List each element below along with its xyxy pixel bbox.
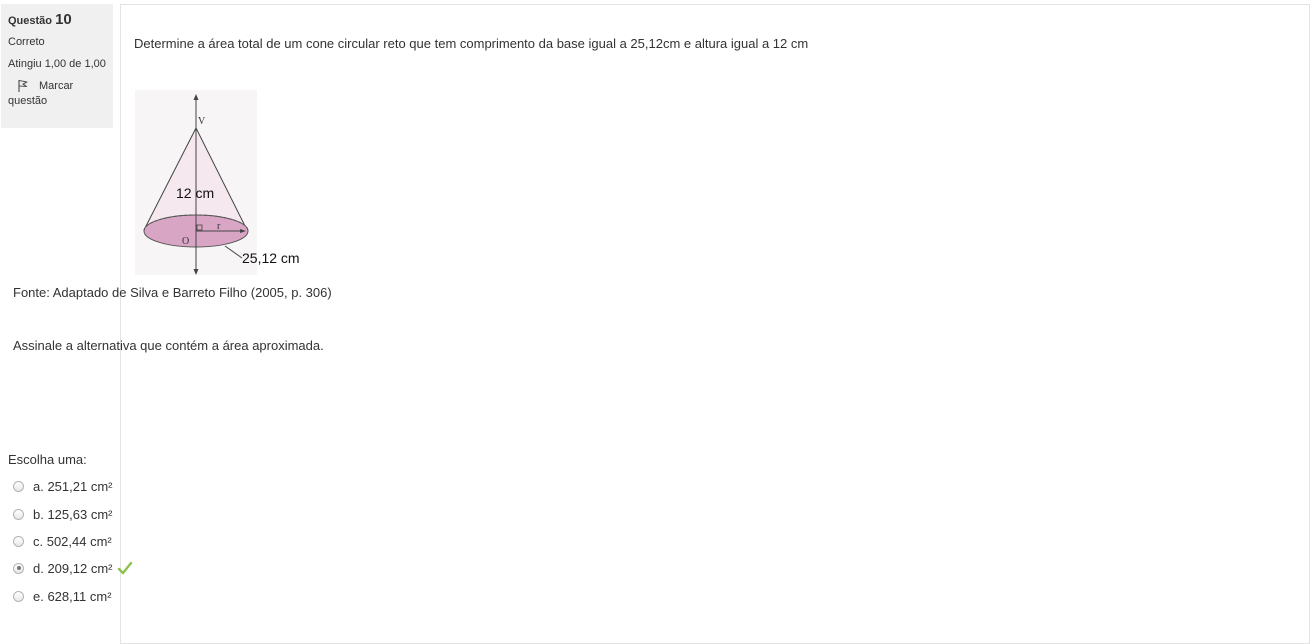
answer-radio-a[interactable] bbox=[13, 480, 24, 492]
answer-label-e[interactable]: e. 628,11 cm² bbox=[33, 589, 112, 604]
check-icon bbox=[117, 561, 132, 575]
answer-label-a[interactable]: a. 251,21 cm² bbox=[33, 479, 113, 494]
figure-source: Fonte: Adaptado de Silva e Barreto Filho… bbox=[13, 285, 332, 300]
answer-label-b[interactable]: b. 125,63 cm² bbox=[33, 507, 113, 522]
flag-label-2[interactable]: questão bbox=[8, 94, 106, 109]
answer-option-a[interactable]: a. 251,21 cm² bbox=[13, 477, 113, 495]
answer-option-b[interactable]: b. 125,63 cm² bbox=[13, 505, 113, 523]
flag-question-button[interactable]: Marcar questão bbox=[8, 79, 106, 109]
answer-radio-b[interactable] bbox=[13, 508, 24, 520]
flag-icon[interactable] bbox=[16, 79, 30, 93]
answer-radio-c[interactable] bbox=[13, 535, 24, 547]
answer-prompt: Escolha uma: bbox=[8, 452, 87, 467]
answer-radio-d[interactable] bbox=[13, 562, 24, 574]
vertex-label: V bbox=[198, 116, 206, 127]
height-label: 12 cm bbox=[176, 185, 214, 201]
question-text: Determine a área total de um cone circul… bbox=[134, 36, 809, 51]
question-state: Correto bbox=[8, 36, 45, 48]
question-info-panel: Questão 10 Correto Atingiu 1,00 de 1,00 … bbox=[1, 4, 113, 128]
cone-figure: V 12 cm O r 25,12 cm bbox=[135, 90, 300, 275]
answer-label-c[interactable]: c. 502,44 cm² bbox=[33, 534, 112, 549]
answer-label-d[interactable]: d. 209,12 cm² bbox=[33, 561, 113, 576]
answer-option-d[interactable]: d. 209,12 cm² bbox=[13, 559, 133, 577]
answer-option-e[interactable]: e. 628,11 cm² bbox=[13, 587, 112, 605]
answer-option-c[interactable]: c. 502,44 cm² bbox=[13, 532, 112, 550]
question-grade: Atingiu 1,00 de 1,00 bbox=[8, 58, 106, 70]
question-instruction: Assinale a alternativa que contém a área… bbox=[13, 338, 324, 353]
question-label: Questão bbox=[8, 15, 53, 27]
question-number: Questão 10 bbox=[8, 11, 106, 28]
base-label: 25,12 cm bbox=[242, 250, 300, 266]
answer-radio-e[interactable] bbox=[13, 590, 24, 602]
center-label: O bbox=[182, 236, 189, 247]
question-number-value: 10 bbox=[55, 11, 72, 28]
